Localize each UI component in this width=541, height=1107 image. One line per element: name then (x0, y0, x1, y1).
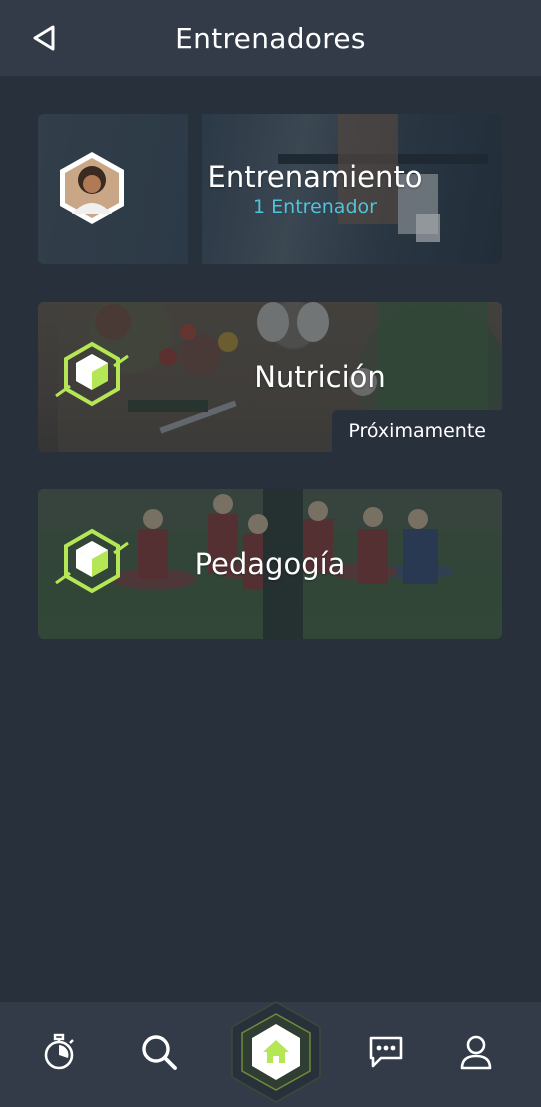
back-arrow-icon (33, 25, 55, 51)
profile-icon (460, 1035, 492, 1070)
card-title: Nutrición (254, 360, 386, 394)
card-title: Entrenamiento (207, 160, 423, 194)
search-icon (142, 1035, 177, 1070)
nav-home[interactable] (230, 1000, 322, 1104)
category-card-nutricion[interactable]: Nutrición Próximamente (38, 302, 502, 452)
nav-stopwatch[interactable] (39, 1032, 79, 1072)
bottom-navigation (0, 1000, 541, 1107)
app-root: Entrenadores Entrenamiento 1 Entrenador … (0, 0, 541, 1107)
home-icon (231, 1001, 321, 1103)
coach-avatar (54, 150, 130, 226)
nav-search[interactable] (139, 1032, 179, 1072)
card-title: Pedagogía (194, 547, 346, 581)
nav-chat[interactable] (366, 1032, 406, 1072)
category-card-pedagogia[interactable]: Pedagogía (38, 489, 502, 639)
hexagon-logo-icon (54, 338, 130, 414)
coming-soon-badge: Próximamente (332, 410, 502, 452)
chat-icon (369, 1036, 403, 1068)
top-bar: Entrenadores (0, 0, 541, 76)
category-card-entrenamiento[interactable]: Entrenamiento 1 Entrenador (38, 114, 502, 264)
page-title: Entrenadores (175, 21, 366, 55)
back-button[interactable] (28, 22, 60, 54)
coach-count: 1 Entrenador (253, 196, 377, 218)
nav-profile[interactable] (456, 1032, 496, 1072)
stopwatch-icon (44, 1033, 74, 1070)
